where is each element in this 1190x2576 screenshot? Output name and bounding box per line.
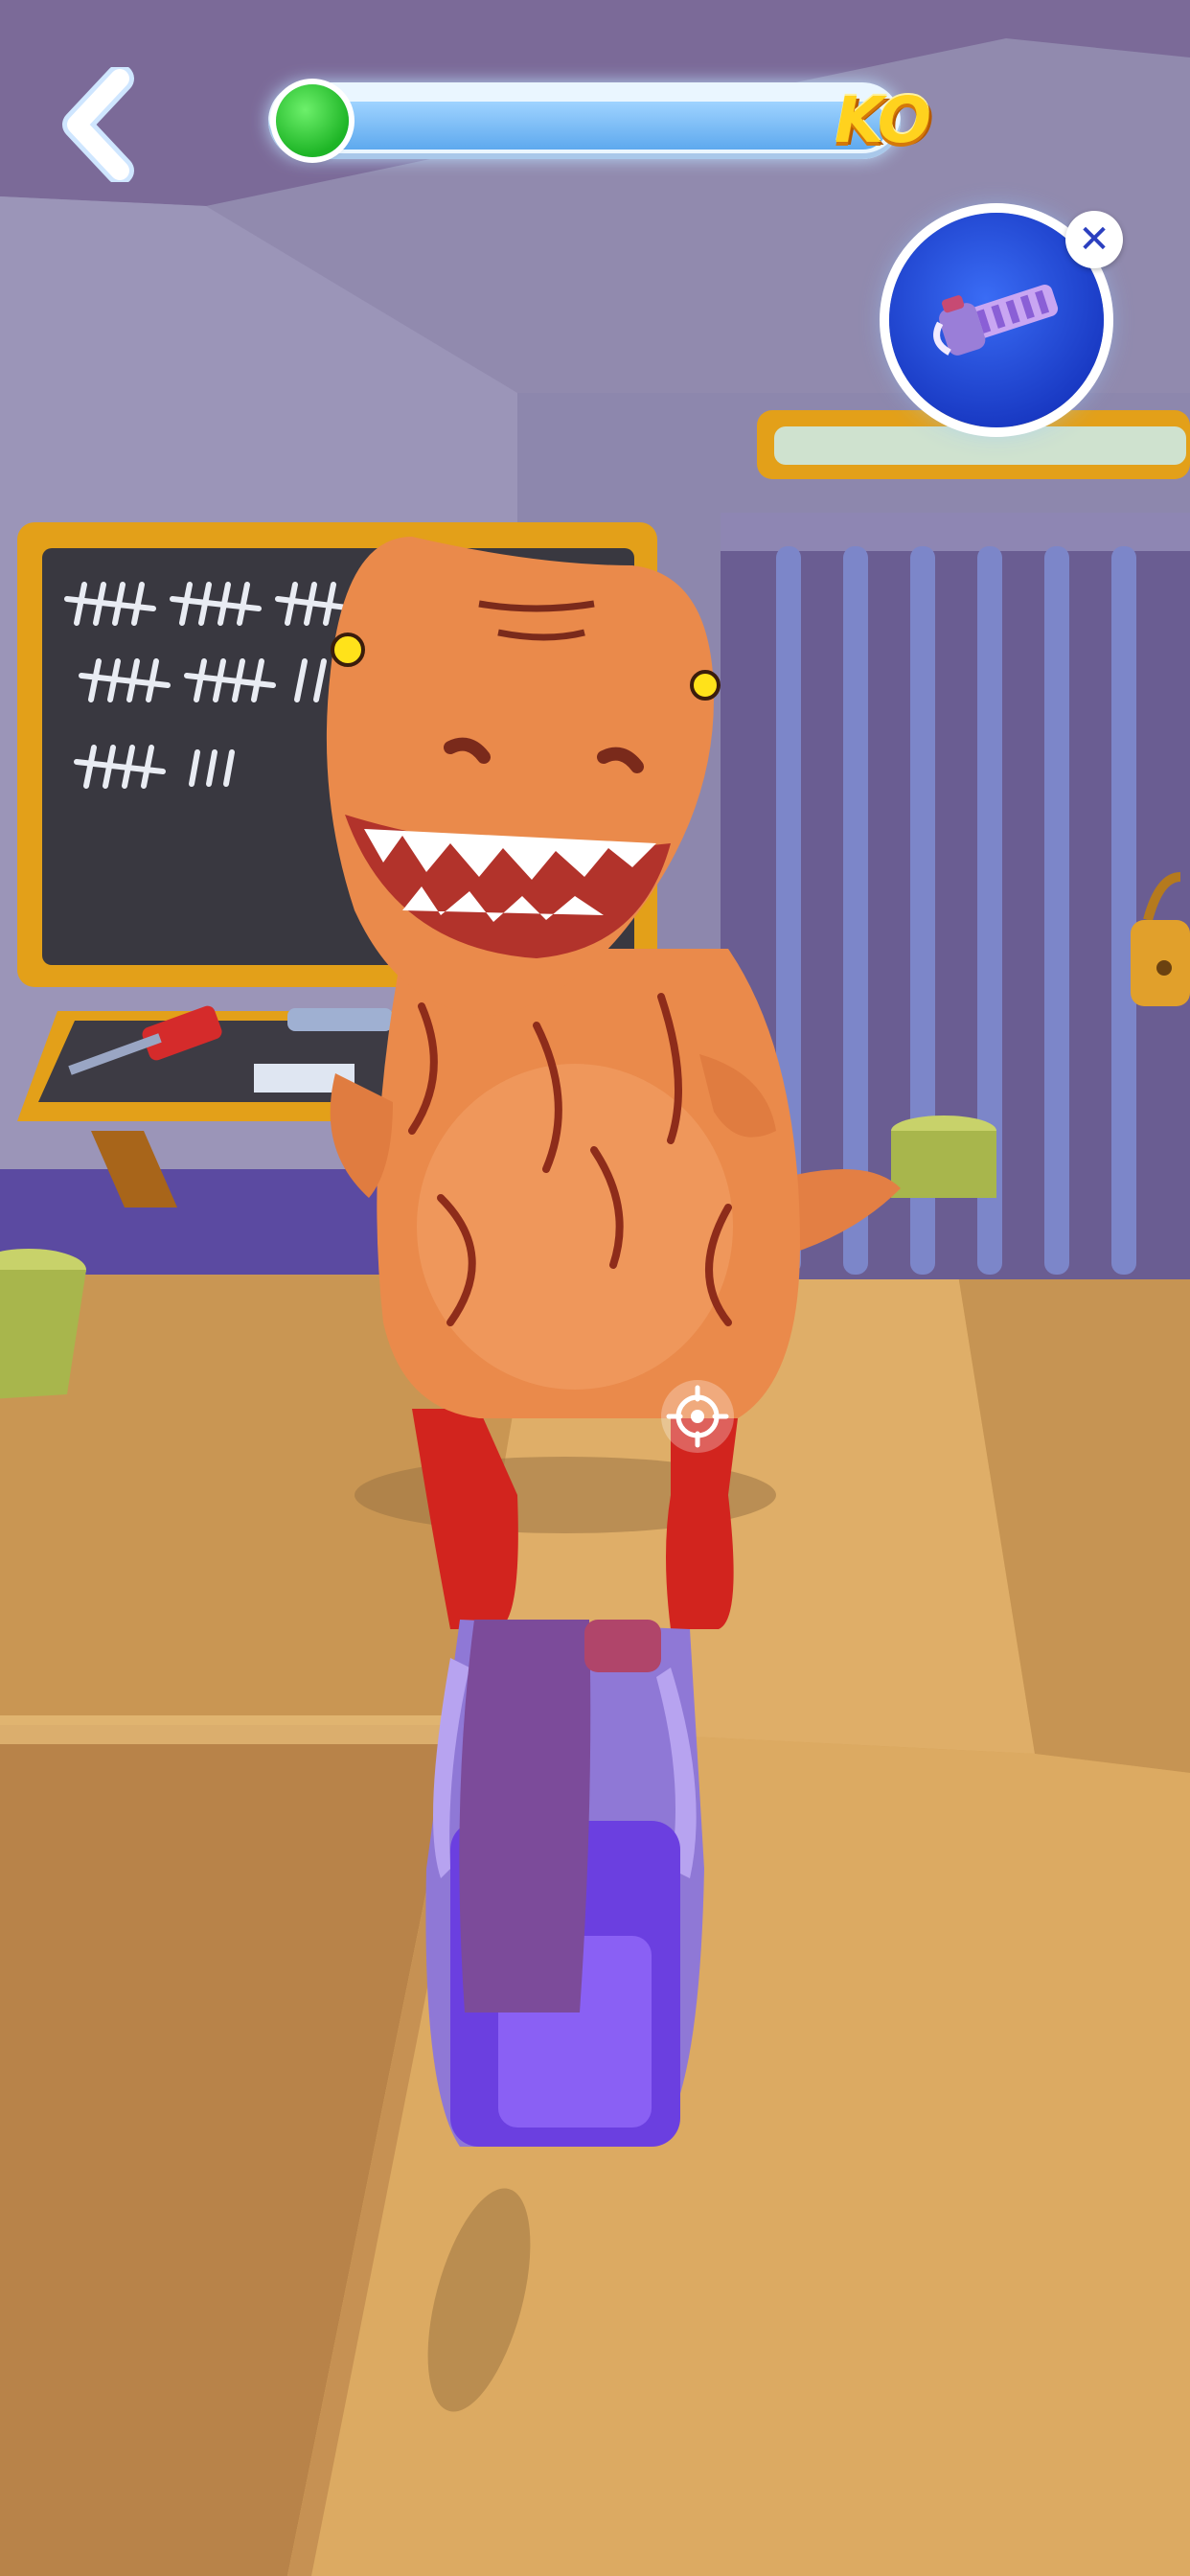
close-weapon-button[interactable]: ✕ — [1065, 211, 1123, 268]
ko-progress-fill — [282, 102, 887, 150]
ko-progress-knob — [276, 84, 349, 157]
chainsaw-icon — [933, 284, 1059, 356]
back-button[interactable] — [48, 58, 153, 192]
crosshair-icon — [666, 1385, 729, 1448]
ko-label: KO — [834, 83, 931, 157]
ko-progress-bar: KO — [268, 75, 931, 167]
hud: KO ✕ — [0, 0, 1190, 479]
crosshair-target[interactable] — [661, 1380, 734, 1453]
chevron-left-icon — [62, 67, 134, 182]
ko-progress-track — [268, 82, 901, 159]
close-icon: ✕ — [1078, 218, 1110, 262]
